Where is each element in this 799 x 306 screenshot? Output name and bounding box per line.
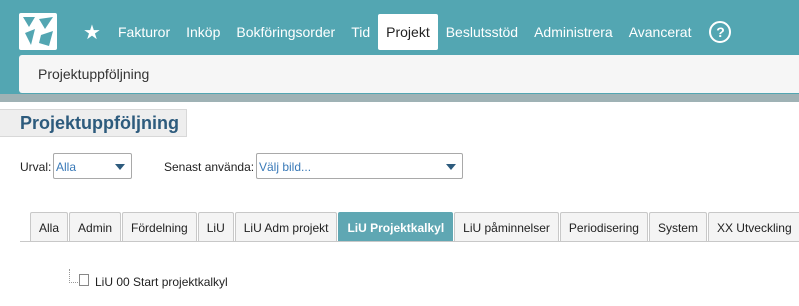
nav-item-bokforingsorder[interactable]: Bokföringsorder bbox=[228, 14, 343, 50]
nav-item-inkop[interactable]: Inköp bbox=[178, 14, 228, 50]
nav-item-tid[interactable]: Tid bbox=[343, 14, 378, 50]
tab-periodisering[interactable]: Periodisering bbox=[559, 212, 648, 242]
tab-liu[interactable]: LiU bbox=[197, 212, 234, 242]
tabs-divider bbox=[20, 241, 799, 242]
document-icon bbox=[79, 274, 89, 286]
tab-xx-utveckling[interactable]: XX Utveckling bbox=[707, 212, 799, 242]
nav-item-administrera[interactable]: Administrera bbox=[526, 14, 621, 50]
help-icon[interactable]: ? bbox=[709, 21, 732, 43]
page-title: Projektuppföljning bbox=[20, 113, 179, 133]
category-tabs: Alla Admin Fördelning LiU LiU Adm projek… bbox=[30, 212, 799, 242]
top-navigation-bar: ★ Fakturor Inköp Bokföringsorder Tid Pro… bbox=[0, 0, 799, 102]
app-logo[interactable] bbox=[19, 13, 57, 50]
tab-liu-projektkalkyl[interactable]: LiU Projektkalkyl bbox=[338, 212, 454, 242]
nav-item-beslutsstod[interactable]: Beslutsstöd bbox=[438, 14, 526, 50]
nav-item-projekt[interactable]: Projekt bbox=[378, 14, 438, 50]
main-menu: ★ Fakturor Inköp Bokföringsorder Tid Pro… bbox=[78, 14, 732, 50]
tab-system[interactable]: System bbox=[648, 212, 707, 242]
chevron-down-icon bbox=[446, 164, 456, 170]
nav-item-avancerat[interactable]: Avancerat bbox=[621, 14, 700, 50]
urval-select[interactable]: Alla bbox=[53, 153, 132, 179]
senast-anvanda-label: Senast använda: bbox=[164, 160, 255, 174]
tab-admin[interactable]: Admin bbox=[69, 212, 122, 242]
breadcrumb-label[interactable]: Projektuppföljning bbox=[38, 66, 149, 82]
senast-anvanda-value: Välj bild... bbox=[259, 160, 312, 174]
nav-item-fakturor[interactable]: Fakturor bbox=[110, 14, 178, 50]
tab-liu-adm-projekt[interactable]: LiU Adm projekt bbox=[234, 212, 338, 242]
chevron-down-icon bbox=[115, 164, 125, 170]
breadcrumb: Projektuppföljning bbox=[19, 55, 799, 93]
tree-item-liu-00-start-projektkalkyl[interactable]: LiU 00 Start projektkalkyl bbox=[95, 275, 228, 289]
tab-fordelning[interactable]: Fördelning bbox=[122, 212, 197, 242]
tab-liu-paminnelser[interactable]: LiU påminnelser bbox=[454, 212, 559, 242]
senast-anvanda-select[interactable]: Välj bild... bbox=[256, 153, 463, 179]
tab-alla[interactable]: Alla bbox=[30, 212, 69, 242]
header-shadow bbox=[0, 94, 799, 102]
urval-value: Alla bbox=[56, 160, 77, 174]
tree-connector bbox=[69, 269, 78, 283]
page-title-box: Projektuppföljning bbox=[0, 109, 187, 137]
logo-icon bbox=[23, 17, 53, 46]
favorites-star-icon[interactable]: ★ bbox=[78, 14, 106, 50]
urval-label: Urval: bbox=[20, 160, 52, 174]
